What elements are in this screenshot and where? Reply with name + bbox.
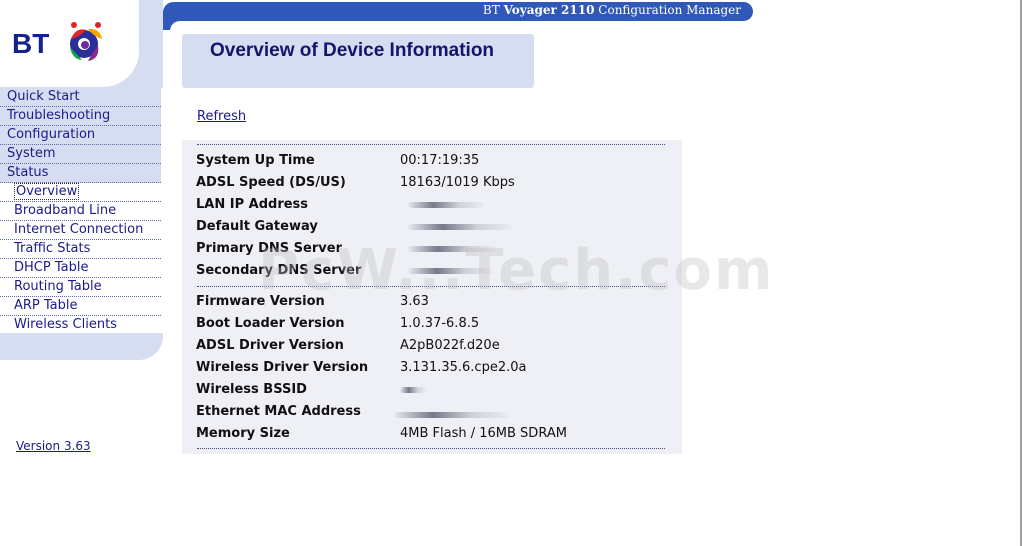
info-label: Default Gateway — [196, 219, 318, 234]
redacted-value — [400, 387, 426, 393]
sidebar-item-routing-table[interactable]: Routing Table — [0, 278, 161, 297]
sidebar-item-traffic-stats[interactable]: Traffic Stats — [0, 240, 161, 259]
redacted-value — [408, 202, 484, 208]
redacted-value — [408, 268, 494, 274]
sidebar-nav: Quick Start Troubleshooting Configuratio… — [0, 88, 161, 335]
info-label: ADSL Driver Version — [196, 338, 344, 353]
info-label: Memory Size — [196, 426, 290, 441]
info-value: A2pB022f.d20e — [400, 338, 500, 353]
sidebar-item-label: Overview — [14, 183, 80, 200]
sidebar-item-label: Routing Table — [14, 279, 102, 294]
info-value: 4MB Flash / 16MB SDRAM — [400, 426, 567, 441]
header-bar: BT Voyager 2110 Configuration Manager — [163, 2, 753, 21]
refresh-link[interactable]: Refresh — [197, 109, 246, 124]
info-label: Secondary DNS Server — [196, 263, 362, 278]
bt-globe-icon — [70, 22, 102, 61]
redacted-value — [408, 246, 498, 252]
info-value: 18163/1019 Kbps — [400, 175, 515, 190]
info-value: 1.0.37-6.8.5 — [400, 316, 480, 331]
divider — [197, 448, 665, 449]
sidebar-item-system[interactable]: System — [0, 145, 161, 164]
page-title-box: Overview of Device Information — [182, 34, 534, 88]
sidebar-item-arp-table[interactable]: ARP Table — [0, 297, 161, 316]
header-title: BT Voyager 2110 Configuration Manager — [483, 3, 741, 17]
sidebar-item-label: Quick Start — [7, 89, 80, 104]
sidebar-item-broadband-line[interactable]: Broadband Line — [0, 202, 161, 221]
info-label: Wireless BSSID — [196, 382, 307, 397]
page-title: Overview of Device Information — [210, 40, 495, 61]
info-value: 00:17:19:35 — [400, 153, 480, 168]
sidebar-item-label: ARP Table — [14, 298, 78, 313]
sidebar-top: BT — [0, 0, 163, 88]
sidebar-item-label: Status — [7, 165, 49, 180]
info-value: 3.63 — [400, 294, 429, 309]
version-link[interactable]: Version 3.63 — [16, 439, 91, 453]
redacted-value — [408, 224, 512, 230]
info-label: System Up Time — [196, 153, 315, 168]
header-brand: BT — [482, 3, 500, 17]
header-suffix: Configuration Manager — [598, 3, 741, 17]
sidebar-item-internet-connection[interactable]: Internet Connection — [0, 221, 161, 240]
info-label: Boot Loader Version — [196, 316, 345, 331]
sidebar-item-label: Wireless Clients — [14, 317, 117, 332]
info-label: Firmware Version — [196, 294, 325, 309]
sidebar-item-overview[interactable]: Overview — [0, 183, 161, 202]
header-product: Voyager 2110 — [503, 3, 595, 17]
sidebar-item-label: Traffic Stats — [14, 241, 91, 256]
sidebar-item-configuration[interactable]: Configuration — [0, 126, 161, 145]
info-label: LAN IP Address — [196, 197, 309, 212]
bt-logo: BT — [0, 0, 139, 87]
sidebar-item-label: Broadband Line — [14, 203, 117, 218]
sidebar-item-label: Troubleshooting — [7, 108, 111, 123]
info-label: Primary DNS Server — [196, 241, 342, 256]
info-value: 3.131.35.6.cpe2.0a — [400, 360, 527, 375]
info-label: Ethernet MAC Address — [196, 404, 361, 419]
sidebar-item-label: Configuration — [7, 127, 96, 142]
redacted-value — [394, 412, 510, 418]
sidebar-item-label: Internet Connection — [14, 222, 144, 237]
info-label: ADSL Speed (DS/US) — [196, 175, 346, 190]
sidebar-bottom — [0, 333, 163, 360]
info-label: Wireless Driver Version — [196, 360, 369, 375]
device-info-panel: System Up Time 00:17:19:35 ADSL Speed (D… — [182, 140, 682, 454]
sidebar-item-troubleshooting[interactable]: Troubleshooting — [0, 107, 161, 126]
sidebar-item-dhcp-table[interactable]: DHCP Table — [0, 259, 161, 278]
bt-logo-text: BT — [12, 28, 50, 59]
sidebar-item-label: DHCP Table — [14, 260, 89, 275]
sidebar-item-status[interactable]: Status — [0, 164, 161, 183]
divider — [197, 286, 665, 287]
divider — [197, 144, 665, 145]
header-corner-cut — [170, 21, 190, 33]
sidebar-item-quick-start[interactable]: Quick Start — [0, 88, 161, 107]
sidebar-item-label: System — [7, 146, 56, 161]
